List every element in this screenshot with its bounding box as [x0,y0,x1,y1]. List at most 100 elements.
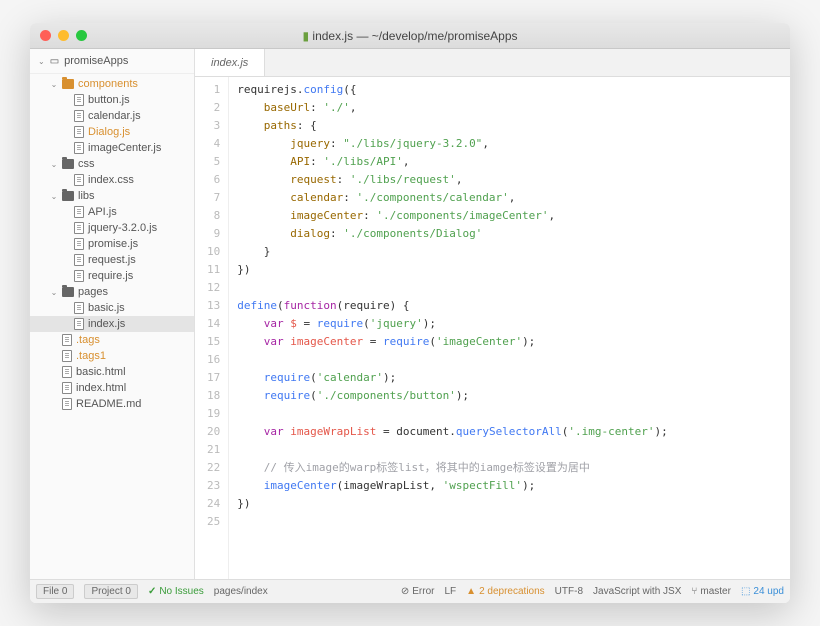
code-line[interactable]: define(function(require) { [237,297,668,315]
code-line[interactable]: var imageCenter = require('imageCenter')… [237,333,668,351]
tree-folder[interactable]: ⌄pages [30,284,194,300]
file-filter-button[interactable]: File 0 [36,584,74,599]
file-icon [74,206,84,218]
code-line[interactable]: baseUrl: './', [237,99,668,117]
code-line[interactable]: }) [237,495,668,513]
language-mode[interactable]: JavaScript with JSX [593,586,681,597]
code-line[interactable]: }) [237,261,668,279]
file-icon [74,142,84,154]
code-line[interactable]: jquery: "./libs/jquery-3.2.0", [237,135,668,153]
code-line[interactable]: imageCenter: './components/imageCenter', [237,207,668,225]
window-title: ▮ index.js — ~/develop/me/promiseApps [30,29,790,43]
tree-file[interactable]: Dialog.js [30,124,194,140]
tree-file[interactable]: imageCenter.js [30,140,194,156]
minimize-icon[interactable] [58,30,69,41]
tree-item-label: promise.js [88,238,138,250]
deprecations-status[interactable]: ▲ 2 deprecations [466,586,545,597]
tree-item-label: basic.js [88,302,125,314]
book-icon: ▭ [50,56,59,67]
code-line[interactable]: request: './libs/request', [237,171,668,189]
issues-status[interactable]: ✓ No Issues [148,586,204,597]
tree-file[interactable]: README.md [30,396,194,412]
code-line[interactable]: require('calendar'); [237,369,668,387]
js-file-icon: ▮ [302,29,309,43]
code-text[interactable]: requirejs.config({ baseUrl: './', paths:… [229,77,676,579]
code-line[interactable]: requirejs.config({ [237,81,668,99]
tree-folder[interactable]: ⌄libs [30,188,194,204]
code-line[interactable]: paths: { [237,117,668,135]
tree-file[interactable]: button.js [30,92,194,108]
code-line[interactable] [237,513,668,531]
code-line[interactable]: imageCenter(imageWrapList, 'wspectFill')… [237,477,668,495]
code-line[interactable]: calendar: './components/calendar', [237,189,668,207]
encoding[interactable]: UTF-8 [555,586,583,597]
code-line[interactable]: dialog: './components/Dialog' [237,225,668,243]
tree-file[interactable]: calendar.js [30,108,194,124]
code-line[interactable]: API: './libs/API', [237,153,668,171]
project-header[interactable]: ⌄ ▭ promiseApps [30,49,194,74]
code-line[interactable]: } [237,243,668,261]
chevron-icon: ⌄ [50,160,58,169]
updates-status[interactable]: ⬚ 24 upd [741,586,784,597]
tree-file[interactable]: index.css [30,172,194,188]
file-icon [74,110,84,122]
tree-file[interactable]: index.html [30,380,194,396]
code-line[interactable] [237,351,668,369]
code-line[interactable] [237,279,668,297]
tree-file[interactable]: jquery-3.2.0.js [30,220,194,236]
file-icon [62,334,72,346]
code-editor[interactable]: 1234567891011121314151617181920212223242… [195,77,790,579]
line-ending[interactable]: LF [444,586,456,597]
tree-file[interactable]: request.js [30,252,194,268]
tree-file[interactable]: basic.html [30,364,194,380]
titlebar[interactable]: ▮ index.js — ~/develop/me/promiseApps [30,23,790,49]
tree-file[interactable]: API.js [30,204,194,220]
tree-folder[interactable]: ⌄ components [30,76,194,92]
editor-window: ▮ index.js — ~/develop/me/promiseApps ⌄ … [30,23,790,603]
code-line[interactable]: var $ = require('jquery'); [237,315,668,333]
code-line[interactable]: // 传入image的warp标签list，将其中的iamge标签设置为居中 [237,459,668,477]
zoom-icon[interactable] [76,30,87,41]
tree-item-label: request.js [88,254,136,266]
tree-file[interactable]: basic.js [30,300,194,316]
tree-file[interactable]: index.js [30,316,194,332]
file-tree: ⌄ components button.jscalendar.jsDialog.js… [30,74,194,414]
package-icon: ⬚ [741,586,750,597]
sidebar: ⌄ ▭ promiseApps ⌄ components button.jscale… [30,49,195,579]
tab-index-js[interactable]: index.js [195,49,265,76]
code-line[interactable] [237,441,668,459]
error-status[interactable]: ⊘ Error [401,586,435,597]
chevron-icon: ⌄ [50,80,58,89]
tree-item-label: components [78,78,138,90]
tree-item-label: require.js [88,270,133,282]
git-branch[interactable]: ⑂ master [691,586,731,597]
tree-item-label: .tags1 [76,350,106,362]
tree-item-label: basic.html [76,366,126,378]
tree-item-label: API.js [88,206,117,218]
code-line[interactable]: require('./components/button'); [237,387,668,405]
main-area: ⌄ ▭ promiseApps ⌄componentsbutton.jscale… [30,49,790,579]
folder-icon [62,79,74,89]
file-icon [74,238,84,250]
tree-item-label: css [78,158,95,170]
file-path[interactable]: pages/index [214,586,268,597]
file-icon [74,318,84,330]
tree-file[interactable]: require.js [30,268,194,284]
tree-folder[interactable]: ⌄ css [30,156,194,172]
file-icon [74,94,84,106]
tree-file[interactable]: .tags1 [30,348,194,364]
code-line[interactable]: var imageWrapList = document.querySelect… [237,423,668,441]
line-gutter: 1234567891011121314151617181920212223242… [195,77,229,579]
file-icon [62,366,72,378]
tree-item-label: jquery-3.2.0.js [88,222,157,234]
project-filter-button[interactable]: Project 0 [84,584,137,599]
chevron-icon: ⌄ [50,192,58,201]
tree-file[interactable]: promise.js [30,236,194,252]
tree-file[interactable]: .tags [30,332,194,348]
close-icon[interactable] [40,30,51,41]
file-icon [74,302,84,314]
branch-icon: ⑂ [691,586,697,597]
tree-item-label: index.js [88,318,125,330]
file-icon [74,174,84,186]
code-line[interactable] [237,405,668,423]
